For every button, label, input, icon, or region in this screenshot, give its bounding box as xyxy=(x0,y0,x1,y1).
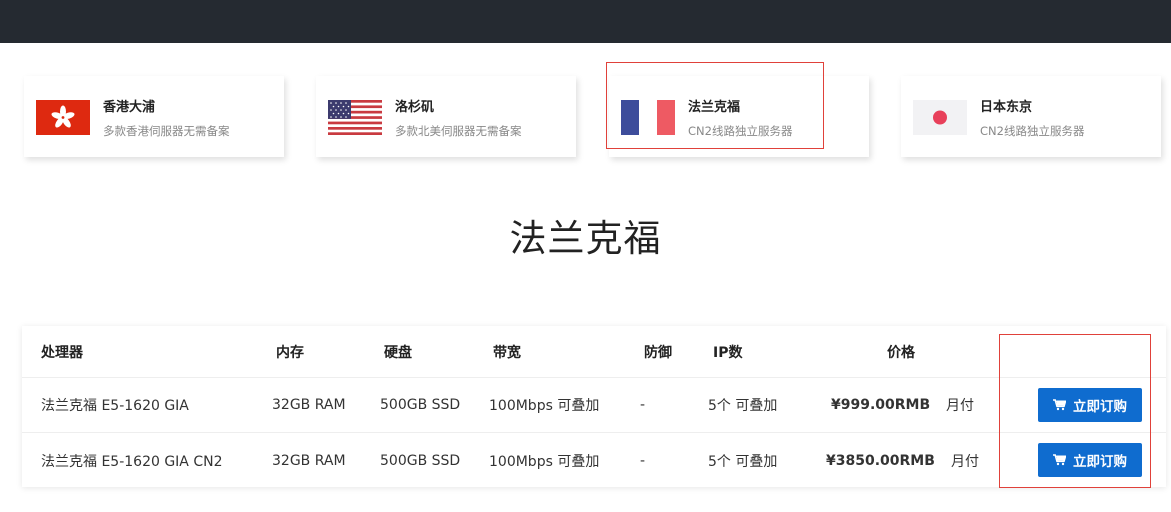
cell-bandwidth: 100Mbps 可叠加 xyxy=(489,398,600,414)
location-card-frankfurt[interactable]: 法兰克福 CN2线路独立服务器 xyxy=(609,76,869,157)
header-price: 价格 xyxy=(887,344,915,361)
usa-flag-icon xyxy=(328,100,382,135)
header-ram: 内存 xyxy=(276,344,304,361)
cell-disk: 500GB SSD xyxy=(380,397,461,413)
location-name: 法兰克福 xyxy=(688,100,741,115)
location-description: 多款北美伺服器无需备案 xyxy=(395,124,522,138)
header-ip: IP数 xyxy=(713,344,743,361)
cell-period: 月付 xyxy=(951,453,979,470)
location-description: CN2线路独立服务器 xyxy=(688,124,793,138)
cell-ddos: - xyxy=(640,452,646,469)
cart-icon xyxy=(1053,399,1066,411)
pricing-table: 处理器 内存 硬盘 带宽 防御 IP数 价格 法兰克福 E5-1620 GIA … xyxy=(22,326,1166,487)
location-card-hong-kong[interactable]: 香港大浦 多款香港伺服器无需备案 xyxy=(24,76,284,157)
location-description: CN2线路独立服务器 xyxy=(980,124,1085,138)
cell-bandwidth: 100Mbps 可叠加 xyxy=(489,453,600,470)
cell-price: ¥999.00RMB xyxy=(831,397,931,413)
order-now-label: 立即订购 xyxy=(1073,399,1127,415)
location-name: 香港大浦 xyxy=(103,100,156,115)
order-now-button[interactable]: 立即订购 xyxy=(1038,388,1142,422)
cell-ddos: - xyxy=(640,397,646,413)
table-row: 法兰克福 E5-1620 GIA 32GB RAM 500GB SSD 100M… xyxy=(22,378,1166,433)
cell-price: ¥3850.00RMB xyxy=(826,452,935,469)
page-title: 法兰克福 xyxy=(509,217,662,260)
cell-ram: 32GB RAM xyxy=(272,397,346,413)
top-navigation-bar xyxy=(0,0,1171,43)
japan-flag-icon xyxy=(913,100,967,135)
header-cpu: 处理器 xyxy=(41,344,83,361)
hong-kong-flag-icon xyxy=(36,100,90,135)
header-ddos: 防御 xyxy=(644,344,672,361)
cell-ip: 5个 可叠加 xyxy=(708,453,778,470)
header-bandwidth: 带宽 xyxy=(493,344,521,361)
france-flag-icon xyxy=(621,100,675,135)
order-now-button[interactable]: 立即订购 xyxy=(1038,443,1142,477)
cart-icon xyxy=(1053,454,1066,466)
cell-disk: 500GB SSD xyxy=(380,452,461,469)
location-description: 多款香港伺服器无需备案 xyxy=(103,124,230,138)
location-name: 洛杉矶 xyxy=(395,100,435,115)
order-now-label: 立即订购 xyxy=(1073,454,1127,470)
cell-ram: 32GB RAM xyxy=(272,452,346,469)
location-card-los-angeles[interactable]: 洛杉矶 多款北美伺服器无需备案 xyxy=(316,76,576,157)
table-header-row: 处理器 内存 硬盘 带宽 防御 IP数 价格 xyxy=(22,326,1166,378)
location-card-tokyo[interactable]: 日本东京 CN2线路独立服务器 xyxy=(901,76,1161,157)
cell-cpu: 法兰克福 E5-1620 GIA CN2 xyxy=(41,453,223,470)
location-name: 日本东京 xyxy=(980,100,1033,115)
cell-ip: 5个 可叠加 xyxy=(708,398,778,414)
table-row: 法兰克福 E5-1620 GIA CN2 32GB RAM 500GB SSD … xyxy=(22,433,1166,488)
cell-cpu: 法兰克福 E5-1620 GIA xyxy=(41,398,189,414)
header-disk: 硬盘 xyxy=(384,344,412,361)
cell-period: 月付 xyxy=(946,398,974,414)
